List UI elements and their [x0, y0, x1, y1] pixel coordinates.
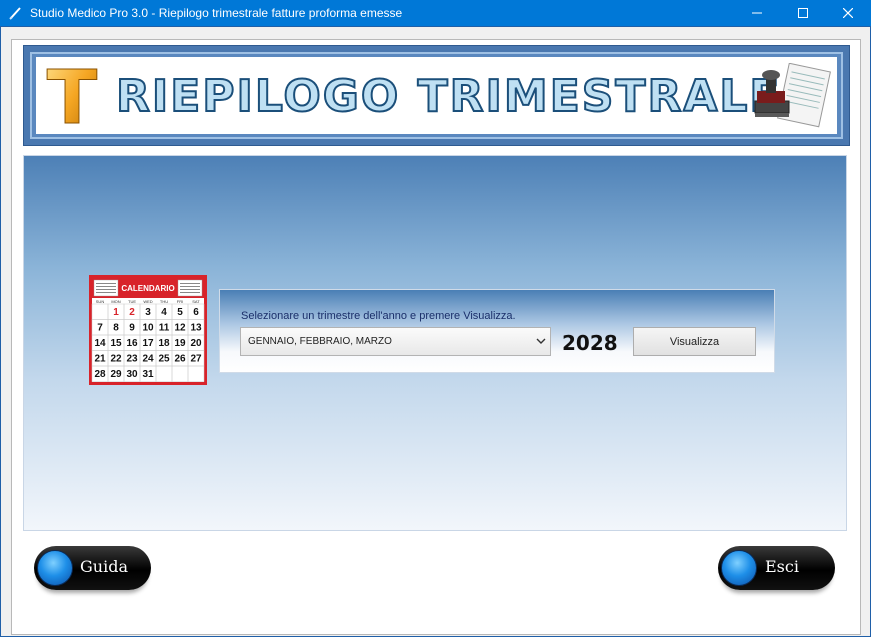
quarter-select-value: GENNAIO, FEBBRAIO, MARZO	[248, 336, 392, 347]
app-window: T RIEPILOGO TRIMESTRALE CALENDARIO SUN M…	[0, 26, 871, 637]
calendar-day: 5	[177, 307, 183, 318]
calendar-day: 13	[190, 323, 202, 334]
help-button[interactable]: Guida	[34, 546, 151, 590]
visualizza-button[interactable]: Visualizza	[633, 327, 756, 356]
calendar-day: 22	[110, 354, 122, 365]
calendar-day: 14	[94, 338, 106, 349]
minimize-icon	[752, 12, 762, 14]
calendar-day: 2	[129, 307, 135, 318]
close-button[interactable]	[825, 0, 871, 26]
close-icon	[843, 8, 853, 18]
calendar-icon: CALENDARIO SUN MON TUE WED THU FRI SAT1 2 3 4 5 67 8…	[89, 275, 207, 385]
visualizza-button-label: Visualizza	[669, 335, 720, 348]
calendar-day: 12	[174, 323, 186, 334]
calendar-day: 7	[97, 323, 103, 334]
banner-title: RIEPILOGO TRIMESTRALE	[115, 70, 782, 123]
calendar-day: 16	[126, 338, 138, 349]
header-frame: T RIEPILOGO TRIMESTRALE	[23, 45, 850, 146]
calendar-day: 18	[158, 338, 170, 349]
calendar-day: 1	[113, 307, 119, 318]
banner: T RIEPILOGO TRIMESTRALE	[36, 57, 837, 134]
calendar-day: 30	[126, 369, 138, 380]
calendar-weekday: SAT	[192, 299, 200, 304]
year-value: 2028	[562, 331, 618, 355]
calendar-day: 9	[129, 323, 135, 334]
calendar-day: 31	[142, 369, 154, 380]
calendar-weekday: WED	[143, 299, 152, 304]
calendar-day: 26	[174, 354, 186, 365]
calendar-day: 21	[94, 354, 106, 365]
logo-letter: T	[46, 61, 98, 131]
instruction-text: Selezionare un trimestre dell'anno e pre…	[241, 310, 516, 322]
calendar-day: 8	[113, 323, 119, 334]
content-frame: T RIEPILOGO TRIMESTRALE CALENDARIO SUN M…	[11, 39, 861, 635]
calendar-day: 27	[190, 354, 202, 365]
chevron-down-icon	[536, 338, 546, 344]
main-panel: CALENDARIO SUN MON TUE WED THU FRI SAT 1 2 3 4 5 6 7 8…	[23, 155, 847, 531]
calendar-day: 17	[142, 338, 154, 349]
quarter-select[interactable]: GENNAIO, FEBBRAIO, MARZO	[240, 327, 551, 356]
maximize-button[interactable]	[780, 0, 826, 26]
exit-button[interactable]: Esci	[718, 546, 835, 590]
title-bar: Studio Medico Pro 3.0 - Riepilogo trimes…	[0, 0, 871, 26]
calendar-day: 11	[159, 323, 170, 334]
calendar-weekday: MON	[111, 299, 120, 304]
calendar-weekday: SUN	[96, 299, 105, 304]
pen-icon	[9, 7, 21, 20]
calendar-day: 4	[161, 307, 167, 318]
svg-text:T: T	[47, 61, 98, 131]
stamp-and-invoices-icon	[754, 63, 831, 128]
calendar-day: 23	[126, 354, 138, 365]
blue-orb-icon	[721, 550, 757, 586]
calendar-weekday: FRI	[177, 299, 183, 304]
maximize-icon	[798, 8, 808, 18]
minimize-button[interactable]	[734, 0, 780, 26]
calendar-day: 6	[193, 307, 199, 318]
exit-button-label: Esci	[765, 557, 799, 576]
calendar-day: 19	[174, 338, 186, 349]
calendar-day: 24	[142, 354, 154, 365]
calendar-day: 29	[110, 369, 122, 380]
calendar-day: 25	[158, 354, 170, 365]
calendar-weekday: TUE	[128, 299, 136, 304]
blue-orb-icon	[37, 550, 73, 586]
window-title: Studio Medico Pro 3.0 - Riepilogo trimes…	[30, 6, 403, 20]
calendar-day: 10	[142, 323, 154, 334]
help-button-label: Guida	[80, 557, 128, 576]
calendar-day: 15	[110, 338, 122, 349]
quarter-form: Selezionare un trimestre dell'anno e pre…	[219, 289, 775, 373]
calendar-weekday: THU	[160, 299, 168, 304]
calendar-day: 3	[145, 307, 151, 318]
calendar-title: CALENDARIO	[121, 284, 174, 293]
calendar-day: 28	[94, 369, 106, 380]
calendar-day: 20	[190, 338, 202, 349]
